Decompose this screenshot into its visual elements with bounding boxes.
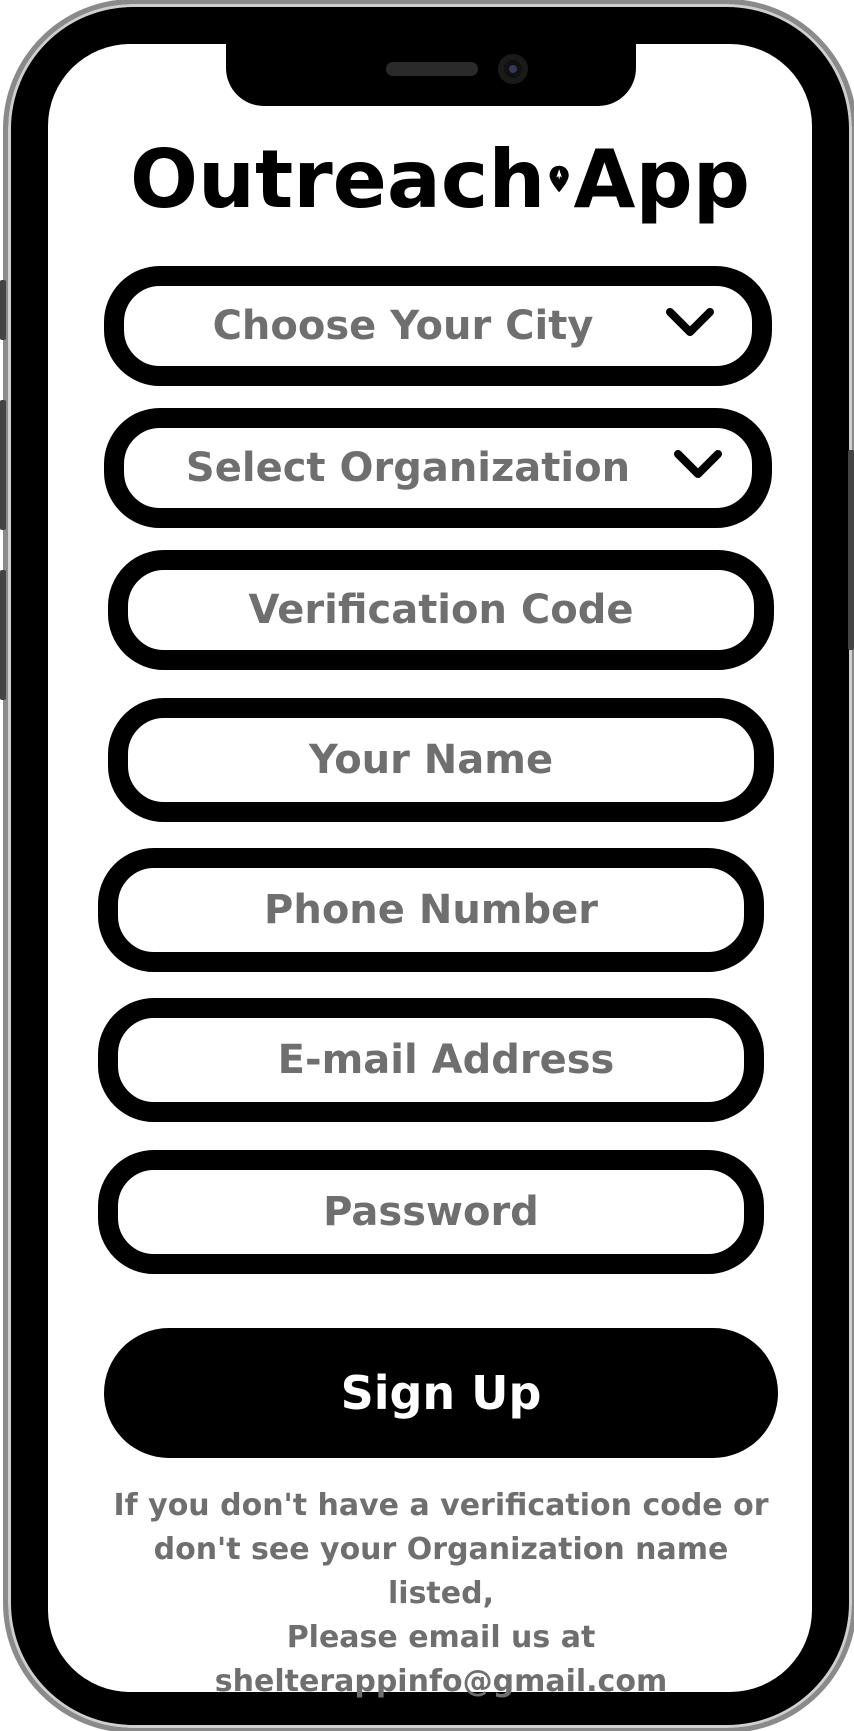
chevron-down-icon [674, 450, 722, 478]
chevron-down-icon [666, 308, 714, 336]
help-line-3: Please email us at [286, 1620, 596, 1655]
name-placeholder: Your Name [308, 737, 554, 783]
password-placeholder: Password [323, 1189, 539, 1235]
city-select-label: Choose Your City [212, 303, 594, 349]
support-email-link[interactable]: shelterappinfo@gmail.com [96, 1660, 786, 1704]
help-text: If you don't have a verification code or… [96, 1484, 786, 1704]
volume-down-button [0, 400, 6, 530]
password-input[interactable]: Password [98, 1150, 764, 1274]
front-camera-icon [498, 54, 528, 84]
organization-select-label: Select Organization [185, 445, 631, 491]
organization-select[interactable]: Select Organization [104, 408, 772, 528]
help-line-1: If you don't have a verification code or [113, 1488, 769, 1523]
notch [226, 40, 636, 106]
power-button [848, 450, 854, 650]
phone-input[interactable]: Phone Number [98, 848, 764, 972]
verification-code-input[interactable]: Verification Code [108, 550, 774, 670]
map-pin-icon [549, 165, 569, 193]
logo-text-left: Outreach [130, 132, 546, 226]
speaker-grille [386, 62, 478, 76]
city-select[interactable]: Choose Your City [104, 266, 772, 386]
volume-up-button [0, 280, 6, 340]
mute-switch [0, 570, 6, 700]
phone-placeholder: Phone Number [264, 887, 598, 933]
app-logo: Outreach App [130, 124, 750, 234]
verification-code-placeholder: Verification Code [248, 587, 634, 633]
sign-up-button[interactable]: Sign Up [104, 1328, 778, 1458]
email-placeholder: E-mail Address [277, 1037, 615, 1083]
name-input[interactable]: Your Name [108, 698, 774, 822]
email-input[interactable]: E-mail Address [98, 998, 764, 1122]
help-line-2: don't see your Organization name listed, [153, 1532, 729, 1611]
logo-text-right: App [573, 132, 750, 226]
